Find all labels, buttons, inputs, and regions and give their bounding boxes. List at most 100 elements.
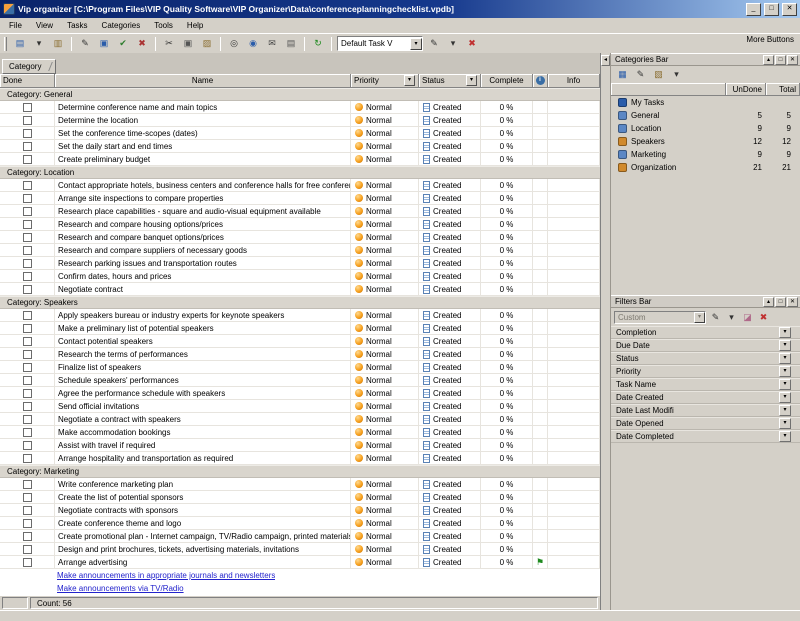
task-row[interactable]: Research and compare housing options/pri… — [0, 218, 600, 231]
task-row[interactable]: Set the conference time-scopes (dates)No… — [0, 127, 600, 140]
column-header-info[interactable]: Info — [548, 74, 600, 88]
category-item-location[interactable]: Location99 — [611, 122, 800, 135]
column-header-name[interactable]: Name — [55, 74, 351, 88]
edit-task-button[interactable]: ✎ — [76, 36, 94, 52]
task-link[interactable]: Make announcements in appropriate journa… — [57, 571, 275, 580]
close-button[interactable]: ✕ — [782, 3, 797, 16]
category-item-marketing[interactable]: Marketing99 — [611, 148, 800, 161]
task-checkbox[interactable] — [23, 532, 32, 541]
delete-template-button[interactable]: ✖ — [463, 36, 481, 52]
task-row[interactable]: Write conference marketing planNormalCre… — [0, 478, 600, 491]
task-checkbox[interactable] — [23, 207, 32, 216]
minimize-button[interactable]: _ — [746, 3, 761, 16]
filter-dropdown-button[interactable]: ▾ — [779, 366, 791, 377]
task-row[interactable]: Arrange site inspections to compare prop… — [0, 192, 600, 205]
filters-pin-icon[interactable]: ▴ — [763, 297, 774, 307]
filter-completion[interactable]: Completion▾ — [611, 326, 800, 339]
task-checkbox[interactable] — [23, 220, 32, 229]
filter-date-created[interactable]: Date Created▾ — [611, 391, 800, 404]
column-header-done[interactable]: Done — [0, 74, 55, 88]
column-header-priority[interactable]: Priority ▾ — [351, 74, 419, 88]
task-link[interactable]: Make announcements via TV/Radio — [57, 584, 184, 593]
task-row[interactable]: Research and compare suppliers of necess… — [0, 244, 600, 257]
filter-date-last-modifi[interactable]: Date Last Modifi▾ — [611, 404, 800, 417]
task-checkbox[interactable] — [23, 181, 32, 190]
filter-dropdown-button[interactable]: ▾ — [779, 392, 791, 403]
task-row[interactable]: Arrange hospitality and transportation a… — [0, 452, 600, 465]
filter-priority[interactable]: Priority▾ — [611, 365, 800, 378]
complete-task-button[interactable]: ✔ — [114, 36, 132, 52]
filter-dropdown-button[interactable]: ▾ — [779, 379, 791, 390]
menu-view[interactable]: View — [29, 18, 60, 33]
open-database-button[interactable]: ▥ — [49, 36, 67, 52]
task-row[interactable]: Agree the performance schedule with spea… — [0, 387, 600, 400]
task-checkbox[interactable] — [23, 545, 32, 554]
categories-header-total[interactable]: Total — [766, 83, 800, 96]
task-row[interactable]: Negotiate a contract with speakersNormal… — [0, 413, 600, 426]
duplicate-task-button[interactable]: ▣ — [95, 36, 113, 52]
menu-help[interactable]: Help — [180, 18, 210, 33]
filter-dropdown-button[interactable]: ▾ — [779, 418, 791, 429]
task-checkbox[interactable] — [23, 402, 32, 411]
copy-button[interactable]: ▣ — [179, 36, 197, 52]
priority-filter-dropdown[interactable]: ▾ — [404, 75, 415, 86]
filter-task-name[interactable]: Task Name▾ — [611, 378, 800, 391]
task-checkbox[interactable] — [23, 142, 32, 151]
filters-close-icon[interactable]: ✕ — [787, 297, 798, 307]
task-checkbox[interactable] — [23, 155, 32, 164]
task-row[interactable]: Contact appropriate hotels, business cen… — [0, 179, 600, 192]
task-row[interactable]: Apply speakers bureau or industry expert… — [0, 309, 600, 322]
panel-splitter[interactable]: ◂ — [601, 53, 611, 610]
task-row[interactable]: Create promotional plan - Internet campa… — [0, 530, 600, 543]
categories-menu-button[interactable]: ▾ — [668, 68, 685, 82]
task-row[interactable]: Research and compare banquet options/pri… — [0, 231, 600, 244]
filter-dropdown-button[interactable]: ▾ — [779, 327, 791, 338]
task-row[interactable]: Negotiate contracts with sponsorsNormalC… — [0, 504, 600, 517]
group-row[interactable]: Category: Location — [0, 166, 600, 179]
cut-button[interactable]: ✂ — [160, 36, 178, 52]
paste-button[interactable]: ▨ — [198, 36, 216, 52]
chevron-down-icon[interactable]: ▾ — [694, 312, 705, 323]
task-row[interactable]: Send official invitationsNormalCreated0 … — [0, 400, 600, 413]
task-checkbox[interactable] — [23, 129, 32, 138]
task-checkbox[interactable] — [23, 519, 32, 528]
task-checkbox[interactable] — [23, 363, 32, 372]
task-row[interactable]: Schedule speakers' performancesNormalCre… — [0, 374, 600, 387]
menu-tools[interactable]: Tools — [147, 18, 180, 33]
group-row[interactable]: Category: General — [0, 88, 600, 101]
categories-pin-icon[interactable]: ▴ — [763, 55, 774, 65]
print-button[interactable]: ▤ — [282, 36, 300, 52]
filter-dropdown-button[interactable]: ▾ — [779, 431, 791, 442]
task-template-combo[interactable]: Default Task V ▾ — [337, 36, 423, 51]
categories-maximize-icon[interactable]: □ — [775, 55, 786, 65]
view-button[interactable]: ◉ — [244, 36, 262, 52]
task-row[interactable]: Set the daily start and end timesNormalC… — [0, 140, 600, 153]
find-button[interactable]: ◎ — [225, 36, 243, 52]
task-checkbox[interactable] — [23, 103, 32, 112]
task-checkbox[interactable] — [23, 324, 32, 333]
maximize-button[interactable]: □ — [764, 3, 779, 16]
filter-date-opened[interactable]: Date Opened▾ — [611, 417, 800, 430]
filter-preset-combo[interactable]: Custom ▾ — [614, 311, 706, 324]
edit-category-button[interactable]: ✎ — [632, 68, 649, 82]
template-dropdown-button[interactable]: ▾ — [444, 36, 462, 52]
menu-categories[interactable]: Categories — [95, 18, 148, 33]
category-item-speakers[interactable]: Speakers1212 — [611, 135, 800, 148]
edit-template-button[interactable]: ✎ — [425, 36, 443, 52]
task-row[interactable]: Create preliminary budgetNormalCreated0 … — [0, 153, 600, 166]
refresh-button[interactable]: ↻ — [309, 36, 327, 52]
add-category-button[interactable]: ▦ — [614, 68, 631, 82]
task-link-row[interactable]: Make announcements via TV/Radio — [0, 582, 600, 595]
new-task-dropdown-button[interactable]: ▾ — [30, 36, 48, 52]
category-item-my-tasks[interactable]: My Tasks — [611, 96, 800, 109]
column-header-attachment[interactable]: i — [533, 74, 548, 88]
task-checkbox[interactable] — [23, 246, 32, 255]
task-checkbox[interactable] — [23, 337, 32, 346]
task-checkbox[interactable] — [23, 259, 32, 268]
categories-header-undone[interactable]: UnDone — [726, 83, 766, 96]
task-row[interactable]: Confirm dates, hours and pricesNormalCre… — [0, 270, 600, 283]
menu-tasks[interactable]: Tasks — [60, 18, 94, 33]
filter-dropdown-button[interactable]: ▾ — [779, 353, 791, 364]
task-link-row[interactable]: Make announcements in appropriate journa… — [0, 569, 600, 582]
task-row[interactable]: Research parking issues and transportati… — [0, 257, 600, 270]
